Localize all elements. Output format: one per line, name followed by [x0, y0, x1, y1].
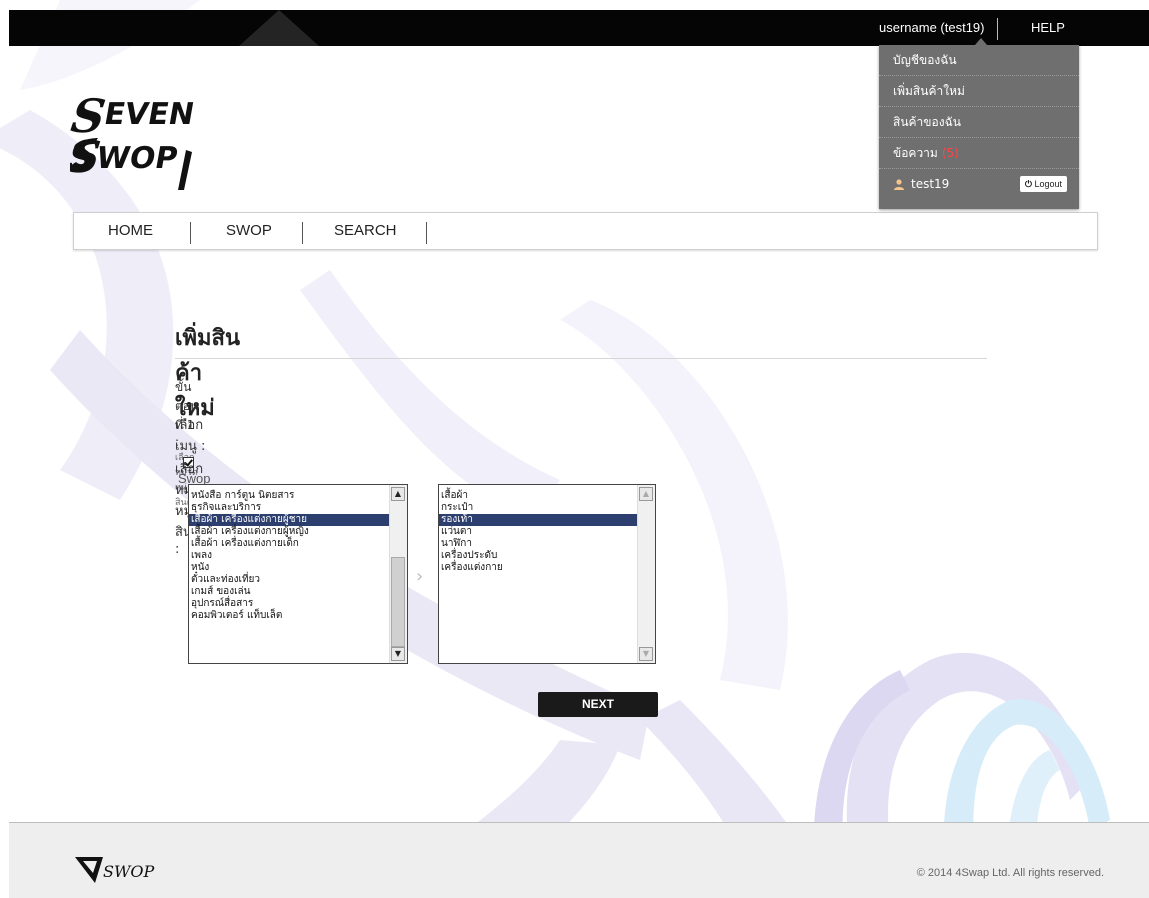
- menu-user-row: test19 ⏻ Logout: [879, 169, 1079, 200]
- subcategory-option[interactable]: เสื้อผ้า: [439, 490, 655, 502]
- username-menu-toggle[interactable]: username (test19): [879, 10, 985, 46]
- subcategory-option[interactable]: นาฬิกา: [439, 538, 655, 550]
- category-option[interactable]: คอมพิวเตอร์ แท็บเล็ต: [189, 610, 407, 622]
- main-nav: HOME SWOP SEARCH: [73, 212, 1098, 250]
- menu-item-label: สินค้าของฉัน: [893, 115, 961, 129]
- dropdown-caret: [975, 38, 987, 45]
- category-scrollbar[interactable]: ▲ ▼: [389, 485, 407, 663]
- subcategory-scrollbar[interactable]: ▲ ▼: [637, 485, 655, 663]
- menu-item-add-product[interactable]: เพิ่มสินค้าใหม่: [879, 76, 1079, 107]
- copyright-text: © 2014 4Swap Ltd. All rights reserved.: [916, 867, 1104, 879]
- subcategory-option[interactable]: เครื่องประดับ: [439, 550, 655, 562]
- logout-label: Logout: [1034, 179, 1062, 189]
- category-option[interactable]: ตั๋วและท่องเที่ยว: [189, 574, 407, 586]
- user-icon: [894, 179, 904, 190]
- subcategory-option[interactable]: แว่นตา: [439, 526, 655, 538]
- category-option[interactable]: หนัง: [189, 562, 407, 574]
- title-divider: [175, 358, 987, 359]
- menu-item-label: เพิ่มสินค้าใหม่: [893, 84, 965, 98]
- scroll-down-arrow[interactable]: ▼: [391, 647, 405, 661]
- power-icon: ⏻: [1024, 179, 1032, 189]
- category-option[interactable]: อุปกรณ์สื่อสาร: [189, 598, 407, 610]
- category-option[interactable]: หนังสือ การ์ตูน นิตยสาร: [189, 490, 407, 502]
- category-listbox[interactable]: หนังสือ การ์ตูน นิตยสาร ธุรกิจและบริการ เส…: [188, 484, 408, 664]
- nav-divider: [426, 222, 427, 244]
- message-count-badge: (5): [941, 146, 959, 160]
- subcategory-listbox[interactable]: เสื้อผ้า กระเป๋า รองเท้า แว่นตา นาฬิกา เครื่อ…: [438, 484, 656, 664]
- svg-text:EVEN: EVEN: [101, 97, 196, 132]
- nav-divider: [190, 222, 191, 244]
- menu-item-my-account[interactable]: บัญชีของฉัน: [879, 45, 1079, 76]
- category-option[interactable]: ธุรกิจและบริการ: [189, 502, 407, 514]
- scroll-up-arrow[interactable]: ▲: [391, 487, 405, 501]
- subcategory-option[interactable]: รองเท้า: [439, 514, 655, 526]
- footer: SWOP © 2014 4Swap Ltd. All rights reserv…: [9, 822, 1149, 898]
- svg-text:WOP: WOP: [94, 141, 181, 176]
- nav-home[interactable]: HOME: [108, 213, 153, 249]
- category-option[interactable]: เสื้อผ้า เครื่องแต่งกายผู้ชาย: [189, 514, 407, 526]
- menu-item-my-products[interactable]: สินค้าของฉัน: [879, 107, 1079, 138]
- category-option[interactable]: เสื้อผ้า เครื่องแต่งกายผู้หญิง: [189, 526, 407, 538]
- chevron-right-icon: ›: [416, 566, 424, 587]
- svg-text:SWOP: SWOP: [103, 862, 155, 881]
- current-user-name: test19: [911, 177, 950, 191]
- subcategory-options: เสื้อผ้า กระเป๋า รองเท้า แว่นตา นาฬิกา เครื่อ…: [439, 485, 655, 574]
- category-option[interactable]: เกมส์ ของเล่น: [189, 586, 407, 598]
- category-option[interactable]: เพลง: [189, 550, 407, 562]
- subcategory-option[interactable]: กระเป๋า: [439, 502, 655, 514]
- nav-search[interactable]: SEARCH: [334, 213, 397, 249]
- logout-button[interactable]: ⏻ Logout: [1019, 176, 1067, 192]
- swop-footer-logo[interactable]: SWOP: [73, 853, 169, 887]
- next-button[interactable]: NEXT: [538, 692, 658, 717]
- scroll-up-arrow[interactable]: ▲: [639, 487, 653, 501]
- topbar-decoration: [239, 10, 319, 46]
- category-options: หนังสือ การ์ตูน นิตยสาร ธุรกิจและบริการ เส…: [189, 485, 407, 622]
- topbar-divider: [997, 18, 998, 40]
- menu-item-label: ข้อความ: [893, 146, 938, 160]
- account-dropdown: บัญชีของฉัน เพิ่มสินค้าใหม่ สินค้าของฉัน…: [879, 38, 1079, 209]
- menu-item-label: บัญชีของฉัน: [893, 53, 957, 67]
- nav-swop[interactable]: SWOP: [226, 213, 272, 249]
- scroll-thumb[interactable]: [391, 557, 405, 647]
- help-link[interactable]: HELP: [1031, 10, 1065, 46]
- scroll-down-arrow[interactable]: ▼: [639, 647, 653, 661]
- nav-divider: [302, 222, 303, 244]
- subcategory-option[interactable]: เครื่องแต่งกาย: [439, 562, 655, 574]
- menu-label: เลือกเมนู :: [175, 418, 206, 454]
- menu-item-messages[interactable]: ข้อความ (5): [879, 138, 1079, 169]
- seven-swop-logo[interactable]: S EVEN S WOP: [70, 72, 250, 192]
- category-option[interactable]: เสื้อผ้า เครื่องแต่งกายเด็ก: [189, 538, 407, 550]
